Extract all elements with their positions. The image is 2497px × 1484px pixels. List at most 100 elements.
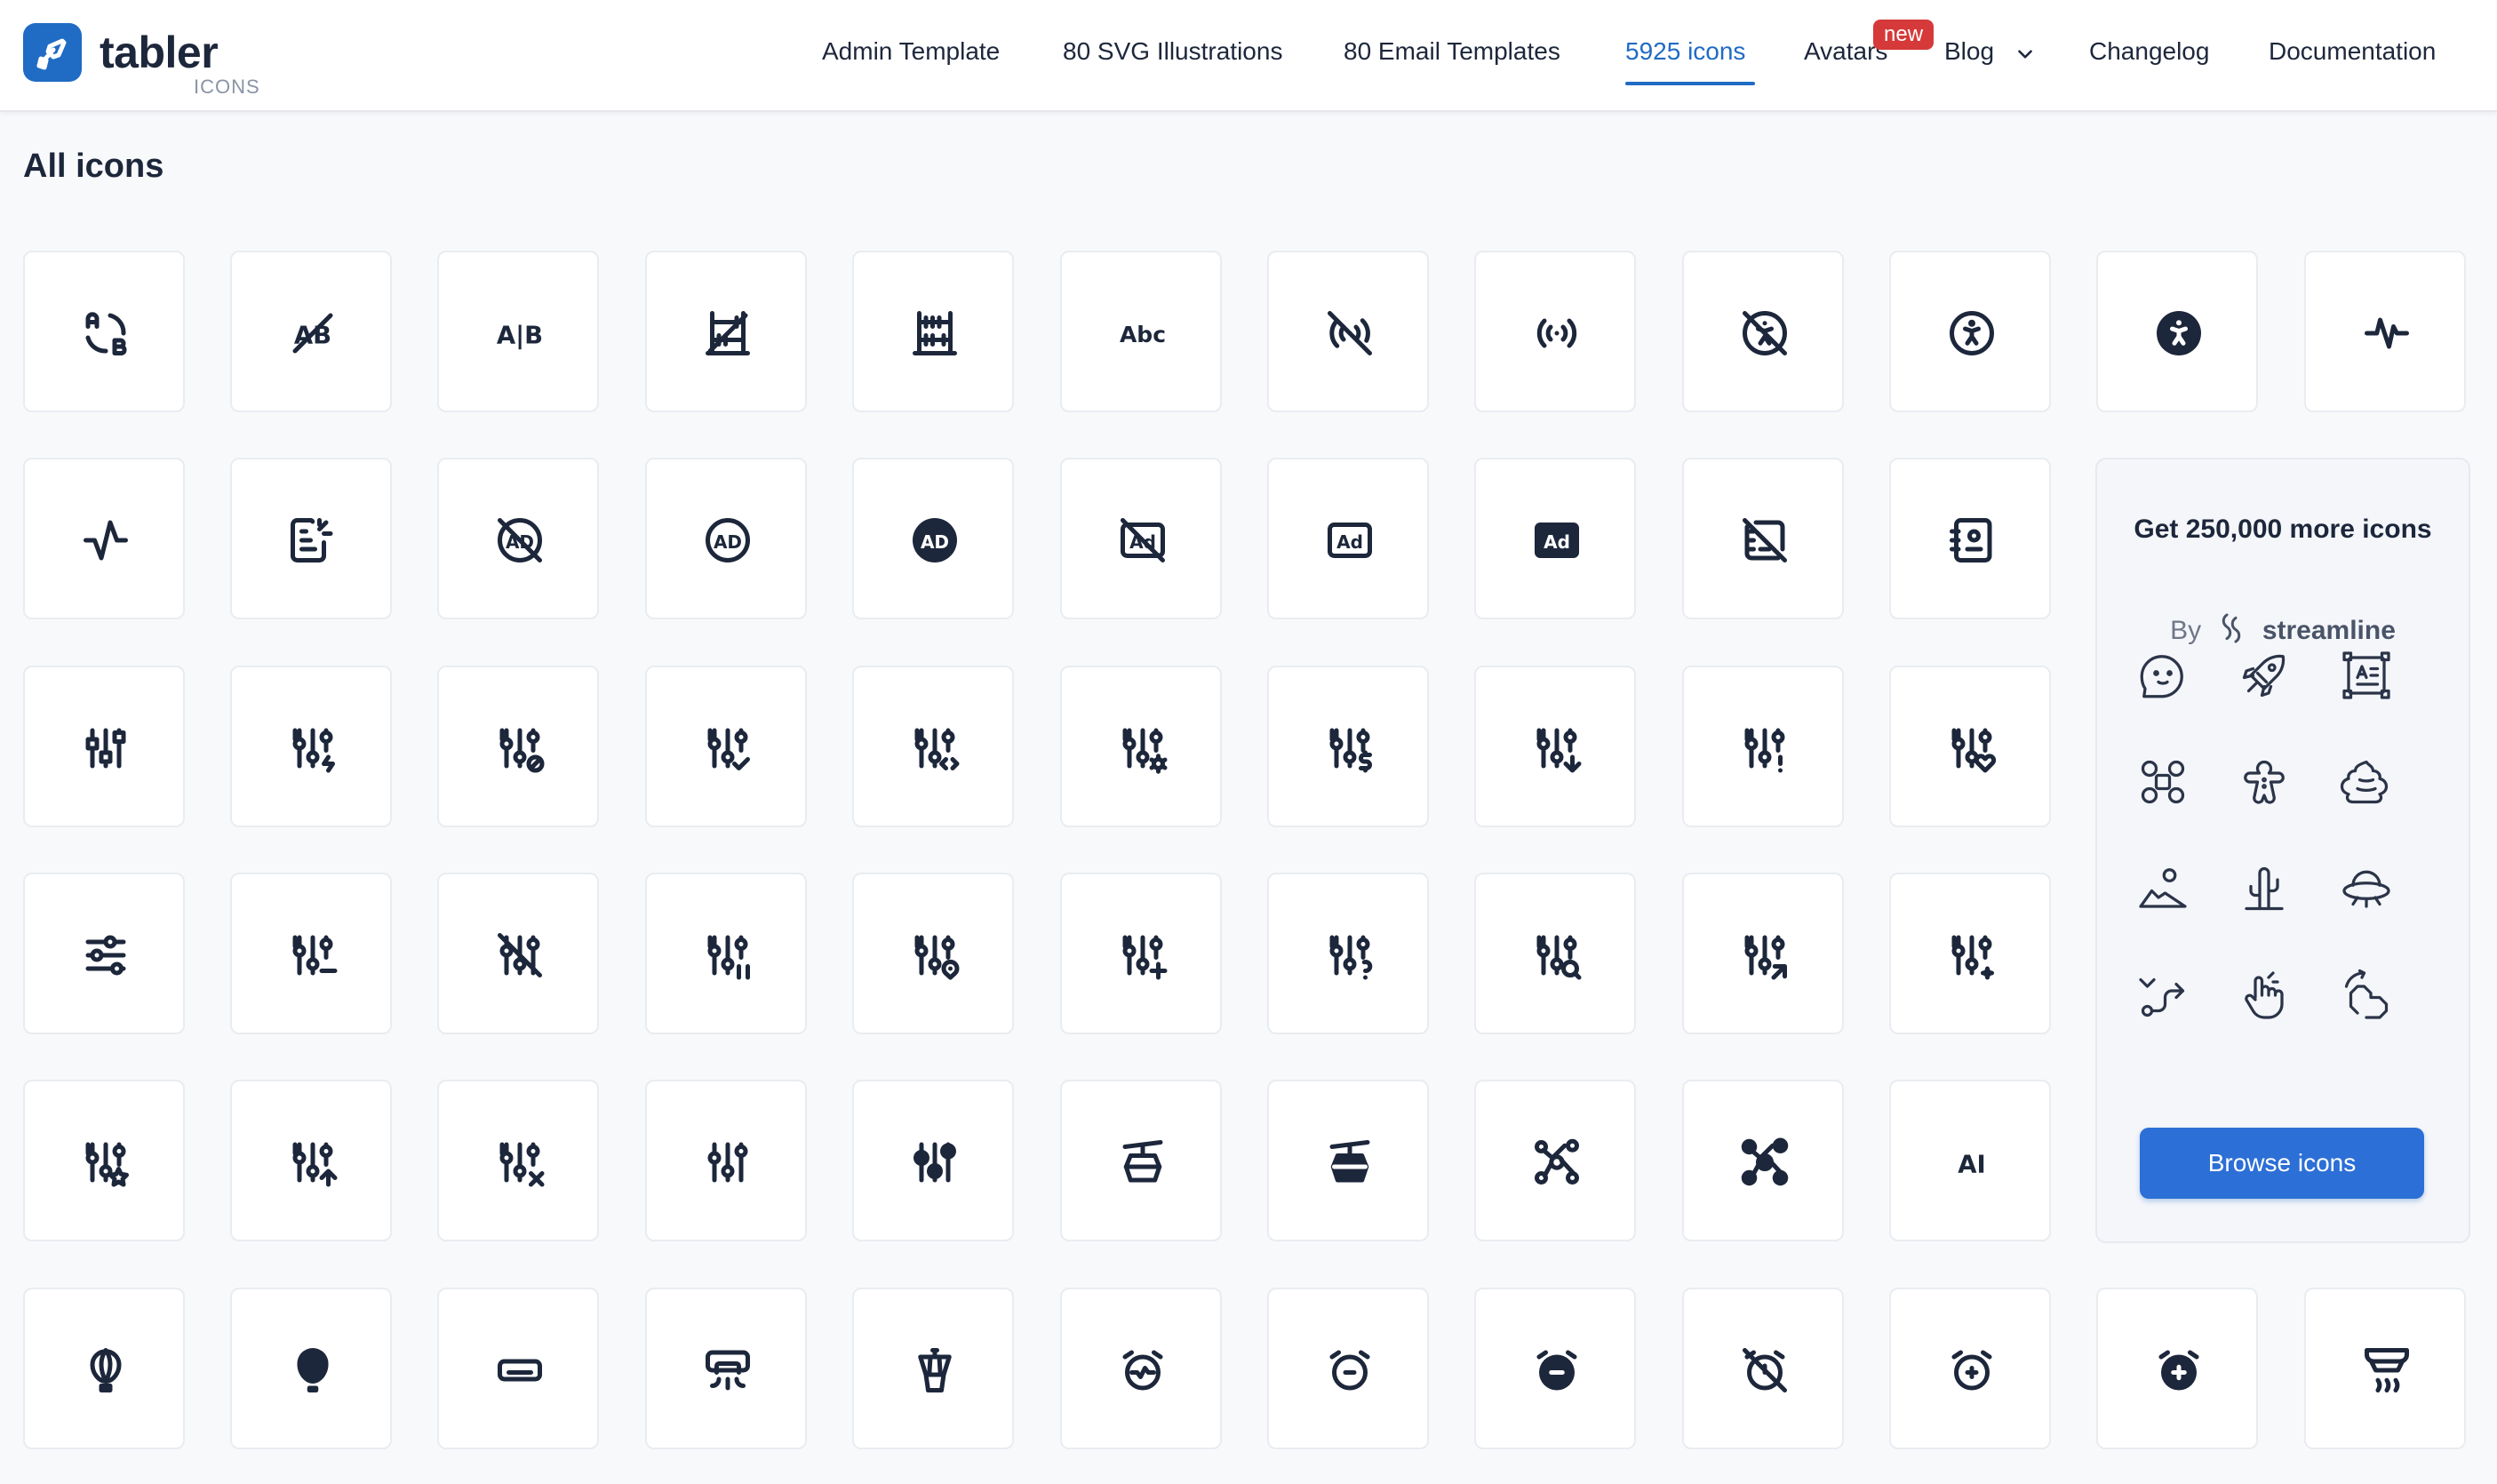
tabler-logo-icon[interactable]: [23, 23, 82, 82]
icon-tile-air-conditioning[interactable]: [645, 1288, 807, 1449]
chevron-down-icon[interactable]: [2014, 43, 2037, 66]
icon-tile-adjustments-filled[interactable]: [852, 1080, 1014, 1241]
icon-tile-adjustments-cancel[interactable]: [437, 666, 599, 827]
icon-tile-adjustments-spark[interactable]: [1889, 873, 2051, 1034]
promo-byline: By streamline: [2097, 610, 2469, 646]
svg-text:A|B: A|B: [497, 321, 543, 349]
nav-documentation[interactable]: Documentation: [2269, 37, 2436, 66]
icon-tile-adjustments-minus[interactable]: [230, 873, 392, 1034]
icon-tile-alarm-average[interactable]: [1060, 1288, 1222, 1449]
adjustments-up-icon: [286, 1136, 339, 1189]
nav-icons[interactable]: 5925 icons: [1625, 37, 1745, 66]
icon-tile-accessible-off[interactable]: [1682, 251, 1844, 412]
adjustments-x-icon: [493, 1136, 546, 1189]
accessible-off-icon: [1738, 307, 1791, 360]
icon-tile-adjustments-plus[interactable]: [1060, 873, 1222, 1034]
icon-tile-adjustments-horizontal[interactable]: [23, 873, 185, 1034]
icon-tile-activity[interactable]: [23, 458, 185, 619]
icon-tile-alarm-smoke[interactable]: [2304, 1288, 2466, 1449]
browse-icons-button[interactable]: Browse icons: [2140, 1128, 2424, 1199]
icon-tile-ad-circle-filled[interactable]: AD: [852, 458, 1014, 619]
streamline-promo-card: Get 250,000 more icons By streamline Bro…: [2095, 458, 2470, 1243]
icon-tile-adjustments-star[interactable]: [23, 1080, 185, 1241]
icon-tile-ad-filled[interactable]: Ad: [1474, 458, 1636, 619]
icon-tile-ad-off[interactable]: AD: [437, 458, 599, 619]
affiliate-icon: [1530, 1136, 1584, 1189]
nav-changelog[interactable]: Changelog: [2089, 37, 2209, 66]
icon-tile-address-book[interactable]: [1889, 458, 2051, 619]
icon-tile-adjustments-cog[interactable]: [1060, 666, 1222, 827]
icon-tile-adjustments[interactable]: [645, 1080, 807, 1241]
landscape-icon: [2136, 862, 2190, 915]
icon-tile-alarm-off[interactable]: [1682, 1288, 1844, 1449]
icon-tile-ad-2[interactable]: [230, 458, 392, 619]
icon-tile-adjustments-pin[interactable]: [852, 873, 1014, 1034]
icon-tile-air-balloon[interactable]: [23, 1288, 185, 1449]
icon-tile-access-point-off[interactable]: [1267, 251, 1429, 412]
icon-tile-ad-circle[interactable]: AD: [645, 458, 807, 619]
icon-tile-alarm-minus-filled[interactable]: [1474, 1288, 1636, 1449]
icon-tile-adjustments-code[interactable]: [852, 666, 1014, 827]
ad-circle-icon: AD: [701, 514, 754, 567]
promo-title: Get 250,000 more icons: [2134, 515, 2432, 544]
adjustments-cog-icon: [1116, 722, 1169, 775]
svg-text:Abc: Abc: [1120, 322, 1166, 347]
nav-blog[interactable]: Blog: [1944, 37, 1994, 66]
icon-tile-adjustments-bolt[interactable]: [230, 666, 392, 827]
adjustments-down-icon: [1530, 722, 1584, 775]
icon-tile-abc[interactable]: Abc: [1060, 251, 1222, 412]
icon-tile-ad[interactable]: Ad: [1267, 458, 1429, 619]
icon-tile-affiliate[interactable]: [1474, 1080, 1636, 1241]
icon-tile-abacus-off[interactable]: [645, 251, 807, 412]
icon-tile-a-b-off[interactable]: AB: [230, 251, 392, 412]
new-badge: new: [1873, 20, 1935, 50]
icon-tile-adjustments-dollar[interactable]: [1267, 666, 1429, 827]
icon-tile-alarm-plus-filled[interactable]: [2096, 1288, 2258, 1449]
gingerbread-icon: [2238, 755, 2291, 809]
page-title: All icons: [23, 148, 164, 185]
icon-tile-alarm-plus[interactable]: [1889, 1288, 2051, 1449]
icon-tile-ad-off-2[interactable]: Ad: [1060, 458, 1222, 619]
brand-name[interactable]: tabler: [100, 27, 219, 78]
icon-tile-adjustments-heart[interactable]: [1889, 666, 2051, 827]
icon-tile-accessible-filled[interactable]: [2096, 251, 2258, 412]
icon-tile-air-conditioning-disabled[interactable]: [437, 1288, 599, 1449]
icon-tile-ai[interactable]: AI: [1889, 1080, 2051, 1241]
icon-tile-affiliate-filled[interactable]: [1682, 1080, 1844, 1241]
a-b-icon: A|B: [493, 307, 546, 360]
icon-tile-adjustments-exclamation[interactable]: [1682, 666, 1844, 827]
icon-tile-a-b[interactable]: A|B: [437, 251, 599, 412]
icon-tile-aerial-lift[interactable]: [1060, 1080, 1222, 1241]
hand-rotate-icon: [2340, 969, 2393, 1022]
ad-off-icon: AD: [493, 514, 546, 567]
icon-tile-abacus[interactable]: [852, 251, 1014, 412]
icon-tile-address-book-off[interactable]: [1682, 458, 1844, 619]
icon-tile-adjustments-question[interactable]: [1267, 873, 1429, 1034]
icon-tile-adjustments-alt[interactable]: [23, 666, 185, 827]
active-nav-indicator: [1625, 82, 1755, 85]
alarm-smoke-icon: [2360, 1344, 2413, 1397]
icon-tile-alarm-minus[interactable]: [1267, 1288, 1429, 1449]
alarm-plus-filled-icon: [2152, 1344, 2206, 1397]
nav-admin-template[interactable]: Admin Template: [822, 37, 1000, 66]
icon-tile-adjustments-up[interactable]: [230, 1080, 392, 1241]
icon-tile-adjustments-share[interactable]: [1682, 873, 1844, 1034]
icon-tile-adjustments-check[interactable]: [645, 666, 807, 827]
ad-2-icon: [286, 514, 339, 567]
icon-tile-accessible[interactable]: [1889, 251, 2051, 412]
icon-tile-access-point[interactable]: [1474, 251, 1636, 412]
aerial-lift-filled-icon: [1323, 1136, 1376, 1189]
icon-tile-air-traffic-control[interactable]: [852, 1288, 1014, 1449]
icon-tile-adjustments-search[interactable]: [1474, 873, 1636, 1034]
nav-svg-illustrations[interactable]: 80 SVG Illustrations: [1063, 37, 1282, 66]
icon-tile-adjustments-x[interactable]: [437, 1080, 599, 1241]
accessible-icon: [1945, 307, 1998, 360]
icon-tile-a-b-2[interactable]: [23, 251, 185, 412]
icon-tile-adjustments-pause[interactable]: [645, 873, 807, 1034]
nav-email-templates[interactable]: 80 Email Templates: [1344, 37, 1560, 66]
icon-tile-air-balloon-filled[interactable]: [230, 1288, 392, 1449]
icon-tile-adjustments-down[interactable]: [1474, 666, 1636, 827]
icon-tile-activity-heartbeat[interactable]: [2304, 251, 2466, 412]
icon-tile-aerial-lift-filled[interactable]: [1267, 1080, 1429, 1241]
icon-tile-adjustments-off[interactable]: [437, 873, 599, 1034]
